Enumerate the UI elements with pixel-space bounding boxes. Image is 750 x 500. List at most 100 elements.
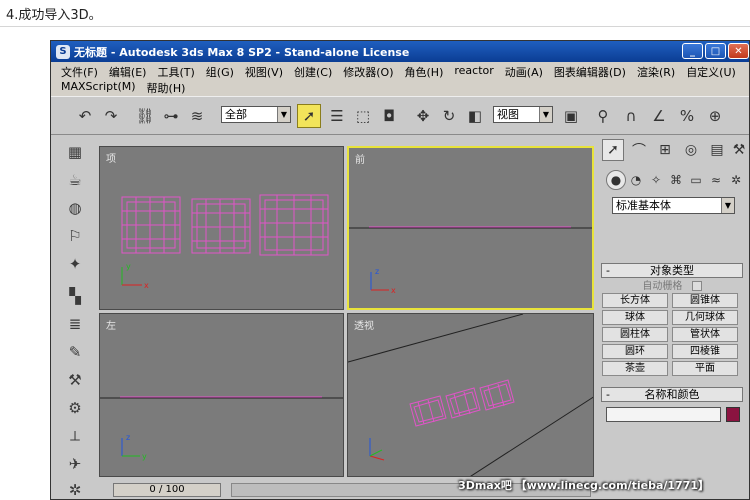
menu-row-1: 文件(F) 编辑(E) 工具(T) 组(G) 视图(V) 创建(C) 修改器(O… bbox=[61, 64, 747, 80]
viewport-perspective[interactable]: 透视 bbox=[347, 313, 594, 477]
plane-button[interactable]: 平面 bbox=[672, 361, 738, 376]
menu-file[interactable]: 文件(F) bbox=[61, 64, 98, 80]
menu-modifiers[interactable]: 修改器(O) bbox=[343, 64, 393, 80]
axis-y-label: y bbox=[126, 262, 131, 271]
object-category-dropdown[interactable]: 标准基本体 ▼ bbox=[612, 197, 735, 214]
undo-icon[interactable]: ↶ bbox=[73, 104, 97, 128]
brush-icon[interactable]: ✎ bbox=[64, 341, 86, 363]
plane-icon[interactable]: ✈ bbox=[64, 453, 86, 475]
display-tab-icon[interactable]: ▤ bbox=[706, 139, 728, 161]
checker-icon[interactable]: ▚ bbox=[64, 285, 86, 307]
name-color-rollout[interactable]: - 名称和颜色 bbox=[601, 387, 743, 402]
menu-graph-editors[interactable]: 图表编辑器(D) bbox=[554, 64, 626, 80]
maximize-button[interactable]: □ bbox=[705, 43, 726, 59]
scale-icon[interactable]: ◧ bbox=[463, 104, 487, 128]
teapot-icon[interactable]: ☕ bbox=[64, 169, 86, 191]
object-type-rollout[interactable]: - 对象类型 bbox=[601, 263, 743, 278]
lights-icon[interactable]: ✧ bbox=[646, 170, 666, 190]
menu-maxscript[interactable]: MAXScript(M) bbox=[61, 80, 136, 96]
lamp-icon[interactable]: ⚐ bbox=[64, 225, 86, 247]
menu-help[interactable]: 帮助(H) bbox=[147, 80, 186, 96]
character-icon[interactable]: ✦ bbox=[64, 253, 86, 275]
menu-edit[interactable]: 编辑(E) bbox=[109, 64, 147, 80]
bind-space-warp-icon[interactable]: ≋ bbox=[185, 104, 209, 128]
selection-filter-dropdown[interactable]: 全部 ▼ bbox=[221, 106, 291, 123]
axis-x-label: x bbox=[144, 281, 149, 290]
title-bar: S 无标题 - Autodesk 3ds Max 8 SP2 - Stand-a… bbox=[51, 41, 749, 62]
select-by-name-icon[interactable]: ☰ bbox=[325, 104, 349, 128]
object-color-swatch[interactable] bbox=[726, 407, 740, 422]
axis-x-label: x bbox=[391, 286, 396, 295]
move-icon[interactable]: ✥ bbox=[411, 104, 435, 128]
cone-button[interactable]: 圆锥体 bbox=[672, 293, 738, 308]
menu-tools[interactable]: 工具(T) bbox=[157, 64, 194, 80]
viewport-left[interactable]: 左 z y bbox=[99, 313, 344, 477]
gear-icon[interactable]: ⚙ bbox=[64, 397, 86, 419]
snap-icon[interactable]: ∩ bbox=[619, 104, 643, 128]
axis-z-label: z bbox=[126, 433, 130, 442]
ref-coord-value: 视图 bbox=[497, 108, 519, 121]
create-tab-icon[interactable]: ➚ bbox=[602, 139, 624, 161]
angle-snap-icon[interactable]: ∠ bbox=[647, 104, 671, 128]
object-type-header: 对象类型 bbox=[650, 264, 694, 277]
mirror-icon[interactable]: ⚲ bbox=[591, 104, 615, 128]
menu-create[interactable]: 创建(C) bbox=[294, 64, 332, 80]
menu-group[interactable]: 组(G) bbox=[206, 64, 234, 80]
box-button[interactable]: 长方体 bbox=[602, 293, 668, 308]
rotate-icon[interactable]: ↻ bbox=[437, 104, 461, 128]
geometry-icon[interactable]: ● bbox=[606, 170, 626, 190]
utilities-tab-icon[interactable]: ⚒ bbox=[728, 139, 749, 161]
space-warps-icon[interactable]: ≈ bbox=[706, 170, 726, 190]
systems-icon[interactable]: ✲ bbox=[726, 170, 746, 190]
3ds-max-icon[interactable]: S bbox=[56, 44, 70, 59]
menu-rendering[interactable]: 渲染(R) bbox=[637, 64, 675, 80]
percent-snap-icon[interactable]: % bbox=[675, 104, 699, 128]
menu-character[interactable]: 角色(H) bbox=[405, 64, 444, 80]
time-slider[interactable]: 0 / 100 bbox=[113, 483, 221, 497]
minimize-button[interactable]: _ bbox=[682, 43, 703, 59]
unlink-icon[interactable]: ⊶ bbox=[159, 104, 183, 128]
modify-tab-icon[interactable]: ⌒ bbox=[628, 139, 650, 161]
menu-animation[interactable]: 动画(A) bbox=[505, 64, 543, 80]
sphere-icon[interactable]: ◍ bbox=[64, 197, 86, 219]
page-caption: 4.成功导入3D。 bbox=[6, 8, 102, 23]
close-button[interactable]: ✕ bbox=[728, 43, 749, 59]
hierarchy-tab-icon[interactable]: ⊞ bbox=[654, 139, 676, 161]
autogrid-checkbox[interactable] bbox=[691, 281, 702, 291]
window-crossing-icon[interactable]: ◘ bbox=[377, 104, 401, 128]
object-name-field[interactable] bbox=[606, 407, 721, 422]
layers-icon[interactable]: ≣ bbox=[64, 313, 86, 335]
pivot-icon[interactable]: ▣ bbox=[559, 104, 583, 128]
wrench-icon[interactable]: ⚒ bbox=[64, 369, 86, 391]
menu-views[interactable]: 视图(V) bbox=[245, 64, 283, 80]
teapot-button[interactable]: 茶壶 bbox=[602, 361, 668, 376]
top-view-wireframe: y x bbox=[121, 194, 329, 290]
geosphere-button[interactable]: 几何球体 bbox=[672, 310, 738, 325]
rect-selection-icon[interactable]: ⬚ bbox=[351, 104, 375, 128]
helpers-icon[interactable]: ▭ bbox=[686, 170, 706, 190]
front-view-wireframe: z x bbox=[349, 226, 592, 295]
tube-button[interactable]: 管状体 bbox=[672, 327, 738, 342]
sphere-button[interactable]: 球体 bbox=[602, 310, 668, 325]
ref-coord-dropdown[interactable]: 视图 ▼ bbox=[493, 106, 553, 123]
viewport-top[interactable]: 项 y x bbox=[99, 146, 344, 310]
shapes-icon[interactable]: ◔ bbox=[626, 170, 646, 190]
select-object-icon[interactable]: ➚ bbox=[297, 104, 321, 128]
torus-button[interactable]: 圆环 bbox=[602, 344, 668, 359]
spinner-snap-icon[interactable]: ⊕ bbox=[703, 104, 727, 128]
viewport-front[interactable]: 前 z x bbox=[347, 146, 594, 310]
cylinder-button[interactable]: 圆柱体 bbox=[602, 327, 668, 342]
pyramid-button[interactable]: 四棱锥 bbox=[672, 344, 738, 359]
cameras-icon[interactable]: ⌘ bbox=[666, 170, 686, 190]
cubes-icon[interactable]: ▦ bbox=[64, 141, 86, 163]
menu-customize[interactable]: 自定义(U) bbox=[686, 64, 736, 80]
menu-reactor[interactable]: reactor bbox=[454, 64, 493, 80]
spray-icon[interactable]: ✲ bbox=[64, 479, 86, 499]
link-icon[interactable]: ⛓ bbox=[133, 104, 157, 128]
collapse-icon: - bbox=[606, 264, 610, 277]
motion-tab-icon[interactable]: ◎ bbox=[680, 139, 702, 161]
command-panel: ➚ ⌒ ⊞ ◎ ▤ ⚒ ● ◔ ✧ ⌘ ▭ ≈ ✲ 标准基本体 ▼ - 对象类型… bbox=[596, 135, 749, 499]
chevron-down-icon: ▼ bbox=[539, 107, 552, 122]
redo-icon[interactable]: ↷ bbox=[99, 104, 123, 128]
bend-icon[interactable]: ⟂ bbox=[64, 425, 86, 447]
